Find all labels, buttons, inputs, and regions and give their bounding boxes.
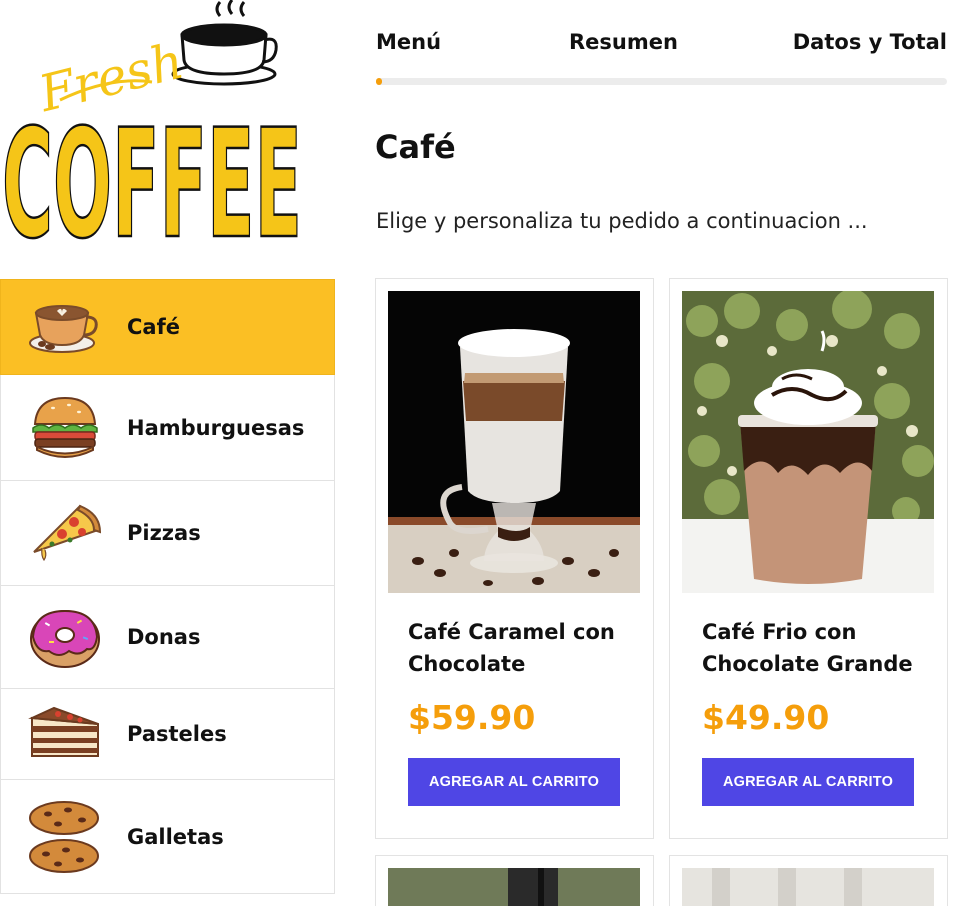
product-card	[375, 855, 654, 906]
sidebar-item-donas[interactable]: Donas	[0, 586, 335, 689]
sidebar-item-label: Pasteles	[127, 722, 227, 746]
step-datos-total[interactable]: Datos y Total	[793, 30, 947, 54]
sidebar-item-label: Café	[127, 315, 180, 339]
sidebar-item-label: Hamburguesas	[127, 415, 305, 440]
product-image	[388, 868, 640, 906]
product-image	[388, 291, 640, 593]
product-price: $49.90	[702, 698, 830, 737]
donut-icon	[19, 601, 111, 673]
product-card: Café Caramel con Chocolate $59.90 AGREGA…	[375, 278, 654, 839]
sidebar-item-label: Pizzas	[127, 521, 201, 545]
svg-text:COFFEE: COFFEE	[2, 98, 302, 245]
coffee-cup-icon	[19, 291, 111, 363]
sidebar-item-label: Galletas	[127, 824, 224, 849]
sidebar-item-pasteles[interactable]: Pasteles	[0, 689, 335, 780]
order-steps: Menú Resumen Datos y Total	[376, 28, 947, 88]
category-sidebar: Café Hamburguesas Pizzas Donas Pasteles …	[0, 279, 335, 894]
page-title: Café	[375, 128, 456, 166]
sidebar-item-hamburguesas[interactable]: Hamburguesas	[0, 375, 335, 481]
logo-cup-icon	[171, 0, 278, 86]
step-menu[interactable]: Menú	[376, 30, 441, 54]
product-card	[669, 855, 948, 906]
add-to-cart-button[interactable]: AGREGAR AL CARRITO	[408, 758, 620, 806]
product-name: Café Caramel con Chocolate	[408, 620, 615, 676]
cake-icon	[19, 698, 111, 770]
cookie-icon	[19, 800, 111, 873]
progress-bar	[376, 78, 947, 85]
product-card: Café Frio con Chocolate Grande $49.90 AG…	[669, 278, 948, 839]
add-to-cart-button[interactable]: AGREGAR AL CARRITO	[702, 758, 914, 806]
progress-fill	[376, 78, 382, 85]
burger-icon	[19, 392, 111, 464]
page-subtitle: Elige y personaliza tu pedido a continua…	[376, 209, 868, 233]
product-price: $59.90	[408, 698, 536, 737]
sidebar-item-pizzas[interactable]: Pizzas	[0, 481, 335, 586]
sidebar-item-galletas[interactable]: Galletas	[0, 780, 335, 894]
product-image	[682, 868, 934, 906]
pizza-icon	[19, 497, 111, 569]
step-resumen[interactable]: Resumen	[569, 30, 678, 54]
sidebar-item-label: Donas	[127, 625, 201, 649]
product-name: Café Frio con Chocolate Grande	[702, 620, 913, 676]
fresh-coffee-logo: Fresh COFFEE	[0, 0, 310, 273]
sidebar-item-cafe[interactable]: Café	[0, 279, 335, 375]
product-image	[682, 291, 934, 593]
